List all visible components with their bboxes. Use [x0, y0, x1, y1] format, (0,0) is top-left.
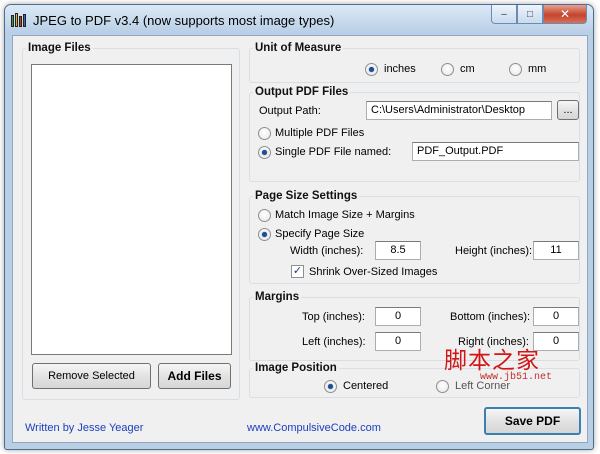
image-files-group: Image Files Remove Selected Add Files: [22, 42, 240, 400]
page-size-group: Page Size Settings Match Image Size + Ma…: [249, 190, 580, 284]
maximize-icon: □: [526, 8, 534, 20]
margin-left-label: Left (inches):: [302, 336, 366, 348]
app-window: JPEG to PDF v3.4 (now supports most imag…: [4, 4, 594, 450]
unit-inches-label: inches: [384, 63, 416, 75]
unit-inches-radio[interactable]: [365, 63, 378, 76]
centered-label: Centered: [343, 380, 389, 392]
margin-bottom-label: Bottom (inches):: [450, 311, 531, 323]
unit-mm-radio[interactable]: [509, 63, 522, 76]
specify-page-size-radio[interactable]: [258, 228, 271, 241]
browse-button[interactable]: ...: [557, 100, 579, 120]
caption-buttons: – □ ✕: [491, 5, 587, 25]
unit-of-measure-group: Unit of Measure inches cm mm: [249, 42, 580, 83]
width-label: Width (inches):: [290, 245, 364, 257]
margin-left-input[interactable]: 0: [375, 332, 421, 351]
output-path-input[interactable]: C:\Users\Administrator\Desktop: [366, 101, 552, 120]
multiple-pdf-label: Multiple PDF Files: [275, 127, 365, 139]
image-files-label: Image Files: [26, 42, 93, 54]
left-corner-radio[interactable]: [436, 380, 449, 393]
shrink-images-checkbox[interactable]: ✓: [291, 265, 304, 278]
match-image-size-radio[interactable]: [258, 209, 271, 222]
page-size-label: Page Size Settings: [253, 190, 360, 202]
multiple-pdf-radio[interactable]: [258, 127, 271, 140]
output-pdf-label: Output PDF Files: [253, 86, 351, 98]
centered-radio[interactable]: [324, 380, 337, 393]
margin-top-label: Top (inches):: [302, 311, 365, 323]
match-image-size-label: Match Image Size + Margins: [275, 209, 415, 221]
save-pdf-button[interactable]: Save PDF: [484, 407, 581, 435]
margins-group: Margins Top (inches): 0 Bottom (inches):…: [249, 291, 580, 361]
output-pdf-group: Output PDF Files Output Path: C:\Users\A…: [249, 86, 580, 182]
title-bar[interactable]: JPEG to PDF v3.4 (now supports most imag…: [5, 5, 593, 33]
margin-right-input[interactable]: 0: [533, 332, 579, 351]
unit-of-measure-label: Unit of Measure: [253, 42, 344, 54]
website-link[interactable]: www.CompulsiveCode.com: [247, 422, 381, 434]
height-label: Height (inches):: [455, 245, 533, 257]
author-link[interactable]: Written by Jesse Yeager: [25, 422, 143, 434]
width-input[interactable]: 8.5: [375, 241, 421, 260]
maximize-button[interactable]: □: [517, 5, 543, 24]
minimize-button[interactable]: –: [491, 5, 517, 24]
left-corner-label: Left Corner: [455, 380, 511, 392]
close-icon: ✕: [559, 7, 571, 21]
margin-bottom-input[interactable]: 0: [533, 307, 579, 326]
margin-top-input[interactable]: 0: [375, 307, 421, 326]
specify-page-size-label: Specify Page Size: [275, 228, 365, 240]
output-path-label: Output Path:: [259, 105, 321, 117]
unit-cm-label: cm: [460, 63, 475, 75]
shrink-images-label: Shrink Over-Sized Images: [309, 266, 438, 278]
main-panel: Image Files Remove Selected Add Files Un…: [12, 35, 588, 443]
window-title: JPEG to PDF v3.4 (now supports most imag…: [33, 13, 335, 28]
remove-selected-button[interactable]: Remove Selected: [32, 363, 151, 389]
margin-right-label: Right (inches):: [458, 336, 529, 348]
single-pdf-radio[interactable]: [258, 146, 271, 159]
height-input[interactable]: 11: [533, 241, 579, 260]
close-button[interactable]: ✕: [543, 5, 587, 24]
image-position-label: Image Position: [253, 362, 339, 374]
unit-mm-label: mm: [528, 63, 547, 75]
image-files-list[interactable]: [31, 64, 232, 355]
pdf-filename-input[interactable]: PDF_Output.PDF: [412, 142, 579, 161]
add-files-button[interactable]: Add Files: [158, 363, 231, 389]
image-position-group: Image Position Centered Left Corner: [249, 362, 580, 398]
margins-label: Margins: [253, 291, 302, 303]
unit-cm-radio[interactable]: [441, 63, 454, 76]
single-pdf-label: Single PDF File named:: [275, 146, 392, 158]
minimize-icon: –: [501, 8, 507, 20]
app-icon: [11, 13, 27, 27]
